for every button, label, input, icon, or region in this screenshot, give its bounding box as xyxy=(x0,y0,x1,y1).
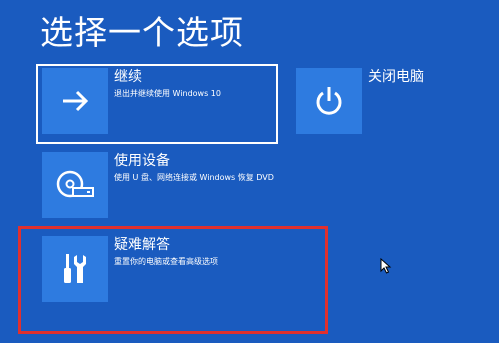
troubleshoot-tile[interactable] xyxy=(42,236,108,302)
use-device-tile[interactable] xyxy=(42,152,108,218)
use-device-description: 使用 U 盘、网络连接或 Windows 恢复 DVD xyxy=(114,173,274,182)
use-device-option[interactable]: 使用设备 使用 U 盘、网络连接或 Windows 恢复 DVD xyxy=(42,152,274,224)
continue-tile[interactable] xyxy=(42,68,108,134)
troubleshoot-description: 重置你的电脑或查看高级选项 xyxy=(114,257,218,266)
tools-icon xyxy=(64,254,86,283)
page-title: 选择一个选项 xyxy=(40,13,244,52)
shutdown-option[interactable]: 关闭电脑 xyxy=(296,68,466,140)
mouse-cursor-icon xyxy=(380,258,392,274)
use-device-label: 使用设备 xyxy=(114,153,170,169)
arrow-right-icon xyxy=(63,90,89,112)
continue-description: 退出并继续使用 Windows 10 xyxy=(114,89,221,98)
continue-label: 继续 xyxy=(114,69,142,85)
continue-option[interactable]: 继续 退出并继续使用 Windows 10 xyxy=(42,68,274,140)
shutdown-label: 关闭电脑 xyxy=(368,69,424,85)
power-icon xyxy=(316,87,342,115)
disc-drive-icon xyxy=(56,170,94,198)
troubleshoot-option[interactable]: 疑难解答 重置你的电脑或查看高级选项 xyxy=(42,236,274,308)
troubleshoot-label: 疑难解答 xyxy=(114,237,170,253)
shutdown-tile[interactable] xyxy=(296,68,362,134)
